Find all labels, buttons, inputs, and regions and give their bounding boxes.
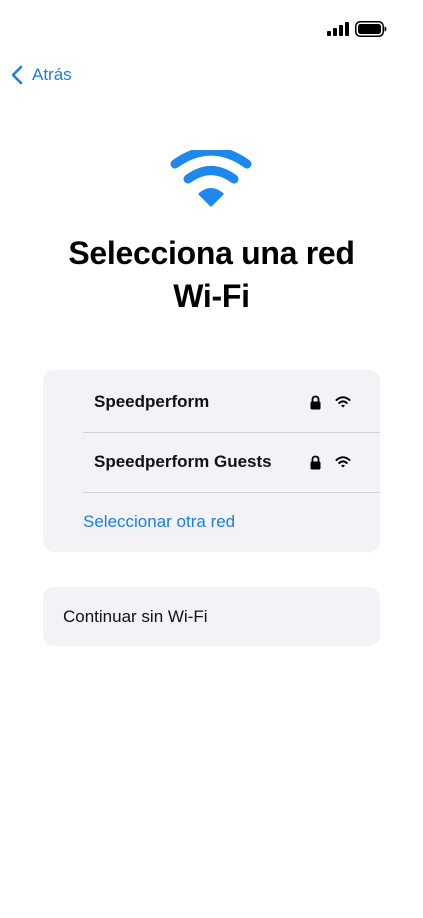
continue-without-wifi-button[interactable]: Continuar sin Wi-Fi bbox=[43, 587, 380, 646]
lock-icon bbox=[310, 455, 321, 470]
back-label: Atrás bbox=[32, 65, 72, 84]
continue-label: Continuar sin Wi-Fi bbox=[63, 607, 208, 626]
back-button[interactable]: Atrás bbox=[10, 62, 72, 88]
chevron-left-icon bbox=[11, 65, 23, 85]
cellular-signal-icon bbox=[327, 22, 349, 36]
network-name: Speedperform Guests bbox=[94, 452, 272, 471]
network-list: Speedperform Speedperform Guests Selecci… bbox=[43, 370, 380, 552]
wifi-icon bbox=[170, 150, 252, 207]
select-other-network-button[interactable]: Seleccionar otra red bbox=[83, 494, 380, 550]
lock-icon bbox=[310, 395, 321, 410]
network-row-speedperform-guests[interactable]: Speedperform Guests bbox=[83, 432, 380, 493]
page-title: Selecciona una red Wi-Fi bbox=[68, 235, 355, 314]
status-bar bbox=[0, 0, 423, 52]
network-name: Speedperform bbox=[94, 392, 210, 411]
wifi-signal-icon bbox=[335, 456, 351, 468]
battery-icon bbox=[355, 21, 387, 37]
network-row-speedperform[interactable]: Speedperform bbox=[83, 372, 380, 433]
wifi-signal-icon bbox=[335, 396, 351, 408]
